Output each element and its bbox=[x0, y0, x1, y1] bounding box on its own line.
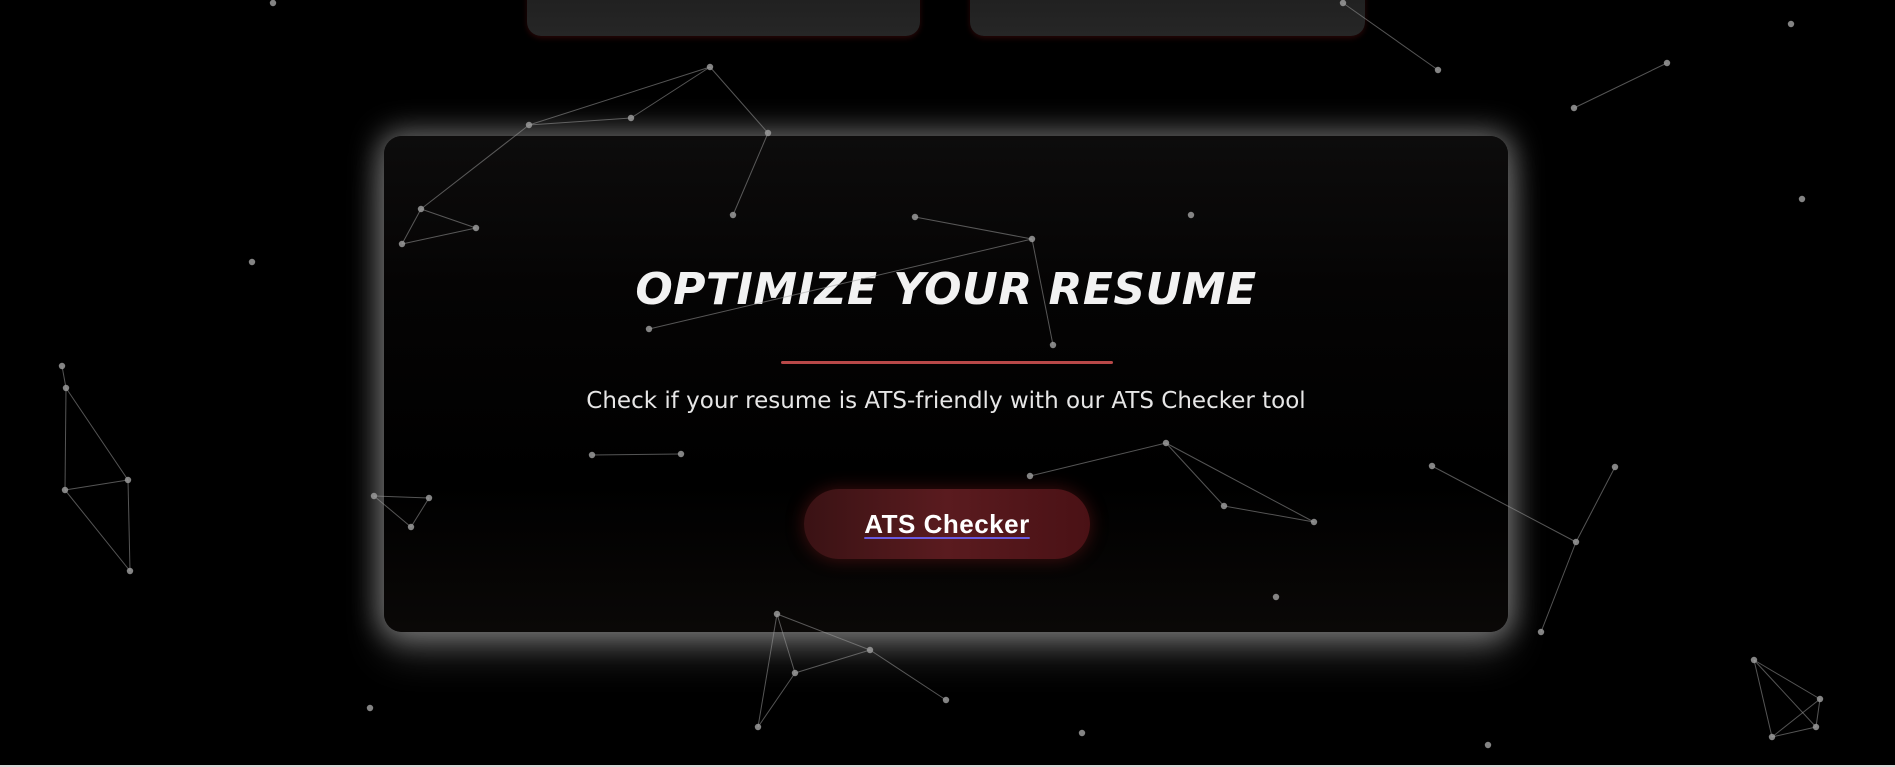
ats-checker-button[interactable]: ATS Checker bbox=[804, 489, 1090, 559]
network-node bbox=[1570, 104, 1578, 112]
network-node bbox=[58, 362, 66, 370]
network-link bbox=[1815, 698, 1821, 728]
network-node bbox=[1812, 723, 1820, 731]
network-link bbox=[64, 387, 67, 491]
network-node bbox=[370, 492, 378, 500]
network-node bbox=[366, 704, 374, 712]
network-node bbox=[1663, 59, 1671, 67]
network-link bbox=[64, 489, 131, 572]
network-link bbox=[709, 66, 769, 134]
network-link bbox=[1573, 62, 1668, 109]
network-node bbox=[1768, 733, 1776, 741]
network-link bbox=[528, 117, 632, 126]
network-link bbox=[1753, 659, 1817, 728]
top-card-left bbox=[527, 0, 920, 36]
network-node bbox=[525, 121, 533, 129]
network-node bbox=[62, 384, 70, 392]
network-node bbox=[61, 486, 69, 494]
network-link bbox=[64, 479, 129, 491]
network-node bbox=[1572, 538, 1580, 546]
network-link bbox=[1753, 659, 1773, 738]
network-node bbox=[248, 258, 256, 266]
network-link bbox=[1575, 466, 1616, 543]
network-link bbox=[61, 365, 67, 389]
network-node bbox=[126, 567, 134, 575]
network-link bbox=[794, 649, 871, 674]
network-node bbox=[1484, 741, 1492, 749]
network-node bbox=[754, 723, 762, 731]
network-node bbox=[1434, 66, 1442, 74]
hero-subtitle: Check if your resume is ATS-friendly wit… bbox=[586, 388, 1306, 414]
network-node bbox=[1816, 695, 1824, 703]
network-node bbox=[1611, 463, 1619, 471]
network-node bbox=[1078, 729, 1086, 737]
network-node bbox=[1787, 20, 1795, 28]
network-node bbox=[791, 669, 799, 677]
network-link bbox=[1753, 659, 1821, 700]
network-node bbox=[866, 646, 874, 654]
network-node bbox=[942, 696, 950, 704]
network-link bbox=[1771, 726, 1817, 738]
title-divider bbox=[781, 361, 1113, 364]
network-link bbox=[528, 66, 711, 126]
network-node bbox=[1537, 628, 1545, 636]
network-link bbox=[757, 672, 796, 728]
network-link bbox=[1771, 698, 1821, 738]
network-node bbox=[627, 114, 635, 122]
network-link bbox=[869, 649, 947, 701]
network-link bbox=[127, 479, 131, 572]
network-node bbox=[1798, 195, 1806, 203]
network-node bbox=[269, 0, 277, 7]
network-link bbox=[1540, 541, 1577, 633]
network-link bbox=[630, 66, 711, 119]
network-node bbox=[706, 63, 714, 71]
network-node bbox=[1750, 656, 1758, 664]
hero-title: OPTIMIZE YOUR RESUME bbox=[635, 264, 1257, 315]
ats-promo-card: OPTIMIZE YOUR RESUME Check if your resum… bbox=[384, 136, 1508, 632]
top-card-right bbox=[970, 0, 1365, 36]
network-link bbox=[65, 387, 129, 481]
network-node bbox=[124, 476, 132, 484]
